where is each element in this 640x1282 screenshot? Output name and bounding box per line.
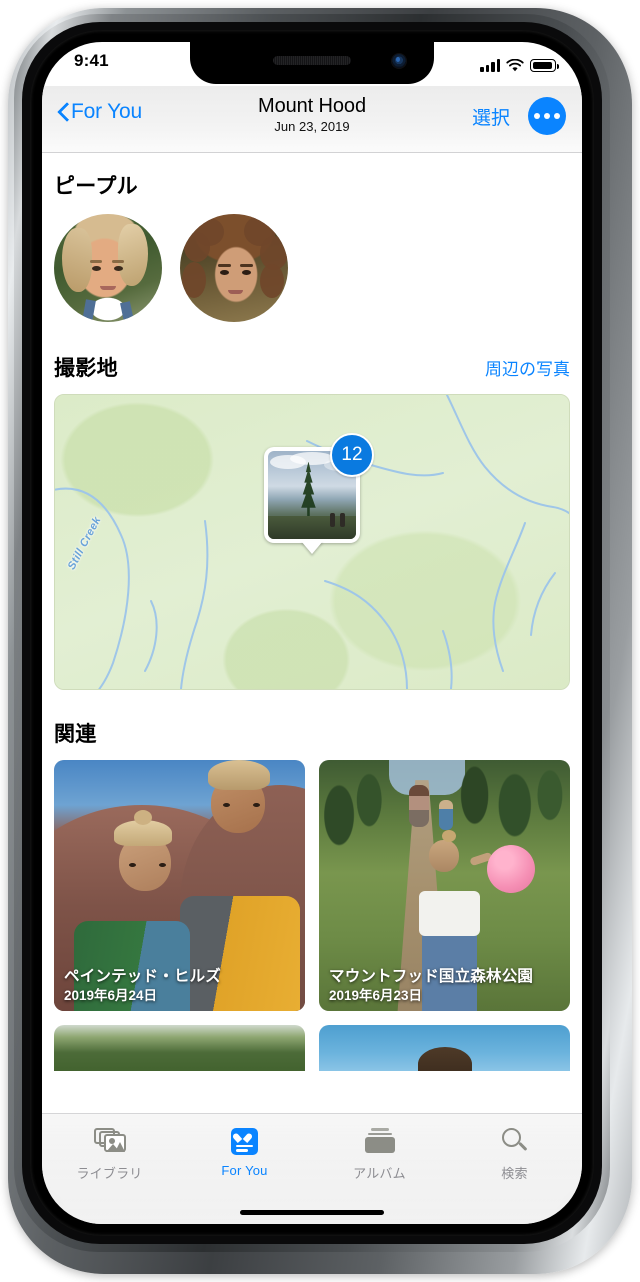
related-card-partial-right[interactable] [319,1025,570,1071]
pin-photo-count-badge: 12 [330,433,374,477]
overall-strap-left [82,299,96,322]
back-button[interactable]: For You [56,100,142,124]
chevron-left-icon [56,102,68,122]
eye-right [114,266,123,271]
eye-left [222,802,230,807]
eye-left [92,266,101,271]
mouth [228,290,243,294]
eye-left [220,270,229,275]
search-icon [501,1126,529,1156]
card-caption: マウントフッド国立森林公園 2019年6月23日 [329,967,564,1005]
people-section-title: ピープル [54,175,138,198]
tab-search[interactable]: 検索 [456,1126,574,1182]
earpiece-speaker-icon [273,56,351,65]
boy-hair [207,760,270,790]
page-subtitle: Jun 23, 2019 [274,119,350,134]
eye-right [242,270,251,275]
photos-library-icon [93,1126,126,1156]
adult-hiker [409,785,430,828]
related-card-mount-hood-forest[interactable]: マウントフッド国立森林公園 2019年6月23日 [319,760,570,1011]
curl [260,264,284,298]
albums-icon [364,1126,395,1156]
hair-left [62,228,92,292]
tab-albums-label: アルバム [353,1166,406,1181]
card-caption: ペインテッド・ヒルズ 2019年6月24日 [64,967,299,1005]
places-section-title: 撮影地 [54,357,118,380]
card-date: 2019年6月24日 [64,988,158,1003]
status-time: 9:41 [74,51,109,70]
wifi-icon [506,58,524,72]
pin-pointer [301,541,323,554]
mouth [100,286,116,290]
places-section-header: 撮影地 周辺の写真 [42,352,582,382]
phone-screen: 9:41 For You Mount Hood Jun 23, 2019 選択 … [42,42,582,1224]
more-options-button[interactable] [528,97,566,135]
scroll-content[interactable]: ピープル 撮影地 周辺の写真 Still Creek 12 関連 ペインテッド・… [42,152,582,1152]
page-title: Mount Hood [258,95,366,117]
map-photo-pin[interactable]: 12 [264,433,374,554]
child-shirt [419,890,480,936]
eyebrow-right [240,264,253,267]
people-section-header: ピープル [42,170,582,200]
related-section-header: 関連 [42,718,582,748]
ellipsis-dot [534,113,540,119]
front-camera-icon [392,54,406,68]
nav-title-block: Mount Hood Jun 23, 2019 [258,94,366,135]
hair-right [118,224,148,286]
curl [194,218,224,246]
eyebrow-right [112,260,124,263]
eyebrow-left [218,264,231,267]
back-button-label: For You [71,100,142,123]
related-card-partial-left[interactable] [54,1025,305,1071]
hiker [340,512,345,527]
pink-balloon [486,845,535,894]
tab-bar: ライブラリ For You アルバム 検索 [42,1113,582,1224]
tab-for-you[interactable]: For You [186,1126,304,1178]
notch [190,42,434,84]
people-row [42,200,582,322]
card-title: ペインテッド・ヒルズ [64,968,222,985]
related-card-painted-hills[interactable]: ペインテッド・ヒルズ 2019年6月24日 [54,760,305,1011]
tab-albums[interactable]: アルバム [321,1126,439,1182]
tab-library[interactable]: ライブラリ [51,1126,169,1182]
hiker [330,512,335,527]
eye-right [252,802,260,807]
ellipsis-dot [554,113,560,119]
navigation-bar: For You Mount Hood Jun 23, 2019 選択 [42,86,582,153]
card-date: 2019年6月23日 [329,988,423,1003]
person-head [417,1047,472,1071]
eyebrow-left [90,260,102,263]
overall-strap-right [120,301,134,322]
battery-icon [530,59,559,72]
home-indicator[interactable] [240,1210,384,1215]
status-indicators [480,54,559,72]
card-title: マウントフッド国立森林公園 [329,968,534,985]
for-you-heart-icon [231,1126,258,1156]
face-thumbnail-1[interactable] [54,214,162,322]
ellipsis-dot [544,113,550,119]
cellular-signal-icon [480,59,500,72]
nearby-photos-link[interactable]: 周辺の写真 [485,355,570,380]
screenshot-root: 9:41 For You Mount Hood Jun 23, 2019 選択 … [0,0,640,1282]
related-grid: ペインテッド・ヒルズ 2019年6月24日 マウントフッド国立森林公園 2019… [42,748,582,1011]
tab-library-label: ライブラリ [76,1166,143,1181]
tab-search-label: 検索 [501,1166,528,1181]
second-child-hiker [439,800,454,831]
related-grid-partial-row [42,1011,582,1071]
tab-for-you-label: For You [221,1163,268,1178]
places-map[interactable]: Still Creek 12 [54,394,570,690]
face-thumbnail-2[interactable] [180,214,288,322]
select-button[interactable]: 選択 [472,103,510,130]
related-section-title: 関連 [54,723,97,746]
curl [182,262,206,298]
